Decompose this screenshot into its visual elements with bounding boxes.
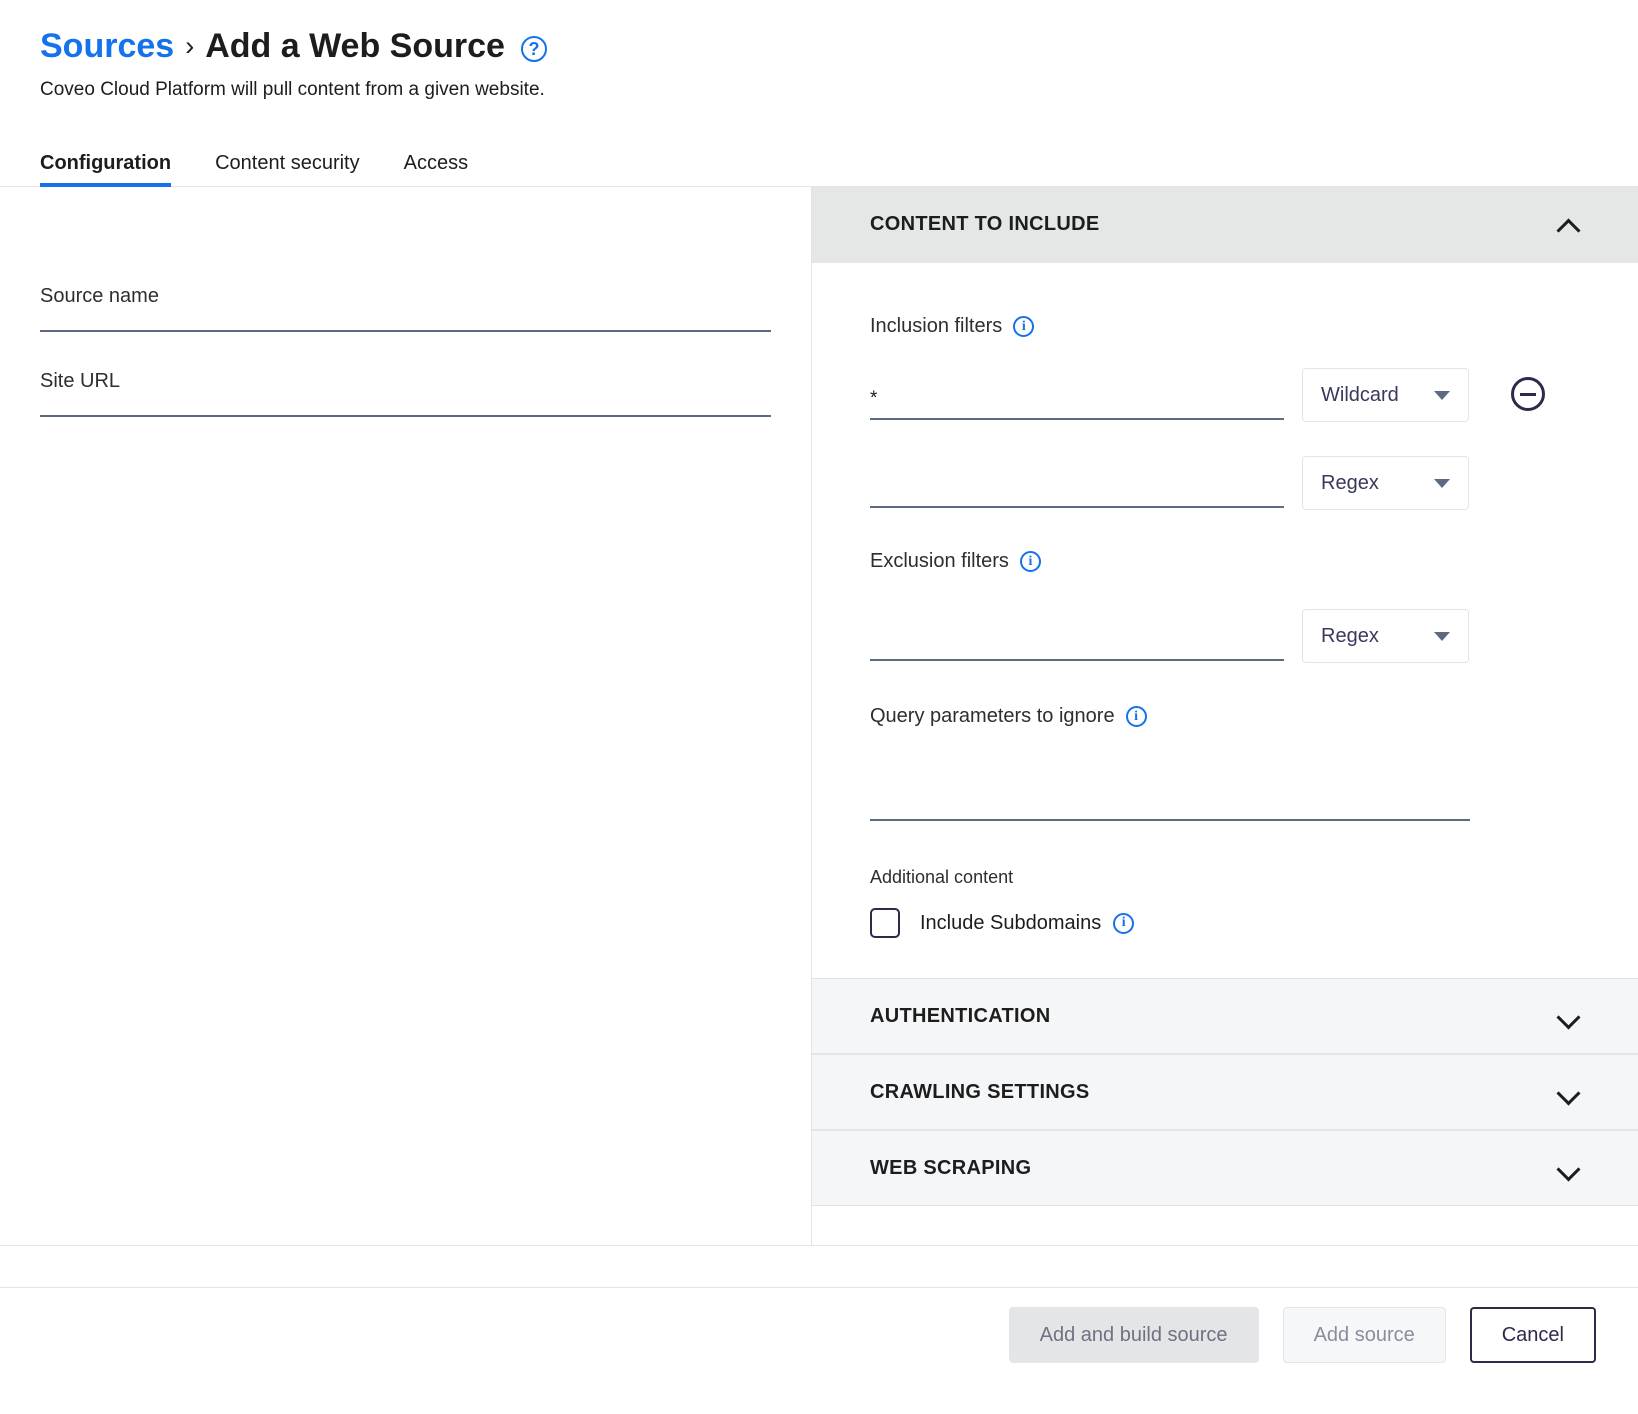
right-settings-pane: CONTENT TO INCLUDE Inclusion filters i W… (812, 187, 1638, 1246)
source-name-input[interactable] (40, 330, 771, 333)
additional-content-block: Additional content Include Subdomains i (870, 867, 1580, 939)
exclusion-filter-row-1: Regex (870, 609, 1580, 664)
accordion-title-web-scraping: WEB SCRAPING (870, 1156, 1032, 1179)
site-url-label: Site URL (40, 370, 121, 393)
exclusion-filters-label: Exclusion filters (870, 550, 1009, 573)
chevron-down-icon[interactable] (1558, 1157, 1580, 1179)
tab-bar: Configuration Content security Access (0, 137, 1638, 188)
inclusion-filter-type-select-2[interactable]: Regex (1302, 456, 1469, 511)
tab-configuration[interactable]: Configuration (40, 152, 172, 188)
cancel-button[interactable]: Cancel (1469, 1307, 1596, 1364)
include-subdomains-row: Include Subdomains i (870, 908, 1580, 939)
minus-circle-icon (1520, 392, 1536, 396)
info-icon-inclusion-filters[interactable]: i (1013, 316, 1035, 338)
breadcrumb-separator-icon: › (185, 30, 195, 61)
inclusion-filter-type-value-1: Wildcard (1321, 383, 1399, 406)
query-parameters-input[interactable] (870, 784, 1470, 822)
include-subdomains-checkbox[interactable] (870, 908, 900, 939)
query-parameters-block: Query parameters to ignore i (870, 705, 1580, 822)
footer-action-bar: Add and build source Add source Cancel (0, 1288, 1638, 1383)
breadcrumb-link-sources[interactable]: Sources (40, 27, 174, 65)
tab-access[interactable]: Access (404, 152, 468, 186)
page-subtitle: Coveo Cloud Platform will pull content f… (40, 79, 545, 101)
info-icon-exclusion-filters[interactable]: i (1019, 551, 1041, 573)
accordion-title-authentication: AUTHENTICATION (870, 1004, 1051, 1027)
breadcrumb: Sources › Add a Web Source ? (40, 27, 1598, 65)
exclusion-filter-type-value-1: Regex (1321, 624, 1379, 647)
exclusion-filter-input-wrap-1 (870, 625, 1284, 662)
inclusion-filter-input-1[interactable] (870, 384, 1284, 421)
field-site-url: Site URL (40, 370, 771, 418)
chevron-down-icon (1434, 390, 1450, 400)
body-split: Source name Site URL CONTENT TO INCLUDE … (0, 187, 1638, 1246)
footer-divider (0, 1245, 1638, 1289)
left-configuration-pane: Source name Site URL (0, 187, 812, 1246)
chevron-down-icon (1434, 478, 1450, 488)
inclusion-filters-label-row: Inclusion filters i (870, 315, 1580, 338)
page-title: Add a Web Source (205, 27, 505, 65)
additional-content-label: Additional content (870, 867, 1014, 888)
chevron-down-icon[interactable] (1558, 1005, 1580, 1027)
inclusion-filter-row-1: Wildcard (870, 368, 1580, 423)
info-icon-include-subdomains[interactable]: i (1113, 912, 1135, 934)
exclusion-filter-input-1[interactable] (870, 625, 1284, 662)
accordion-header-content-to-include[interactable]: CONTENT TO INCLUDE (812, 187, 1638, 264)
exclusion-filters-label-row: Exclusion filters i (870, 550, 1580, 573)
inclusion-filter-row-2: Regex (870, 456, 1580, 511)
chevron-up-icon[interactable] (1558, 214, 1580, 236)
inclusion-filter-type-select-1[interactable]: Wildcard (1302, 368, 1469, 423)
include-subdomains-label-wrap: Include Subdomains i (920, 911, 1135, 935)
help-icon[interactable]: ? (520, 35, 547, 62)
inclusion-filter-type-value-2: Regex (1321, 471, 1379, 494)
accordion-body-content-to-include: Inclusion filters i Wildcard Regex (812, 263, 1638, 979)
inclusion-filters-label: Inclusion filters (870, 315, 1003, 338)
query-parameters-label-row: Query parameters to ignore i (870, 705, 1580, 728)
query-parameters-label: Query parameters to ignore (870, 705, 1115, 728)
chevron-down-icon[interactable] (1558, 1081, 1580, 1103)
source-name-label: Source name (40, 285, 159, 308)
inclusion-filter-input-wrap-1 (870, 384, 1284, 421)
accordion-header-authentication[interactable]: AUTHENTICATION (812, 978, 1638, 1055)
accordion-title-crawling-settings: CRAWLING SETTINGS (870, 1080, 1090, 1103)
exclusion-filter-type-select-1[interactable]: Regex (1302, 609, 1469, 664)
add-and-build-source-button[interactable]: Add and build source (1008, 1307, 1259, 1364)
accordion-header-web-scraping[interactable]: WEB SCRAPING (812, 1130, 1638, 1207)
site-url-input[interactable] (40, 415, 771, 418)
info-icon-query-parameters[interactable]: i (1125, 706, 1147, 728)
page-header: Sources › Add a Web Source ? Coveo Cloud… (0, 0, 1638, 101)
tab-content-security[interactable]: Content security (215, 152, 360, 186)
field-source-name: Source name (40, 285, 771, 333)
chevron-down-icon (1434, 631, 1450, 641)
inclusion-filter-input-2[interactable] (870, 472, 1284, 509)
inclusion-filter-input-wrap-2 (870, 472, 1284, 509)
add-source-button[interactable]: Add source (1282, 1307, 1446, 1364)
accordion-header-crawling-settings[interactable]: CRAWLING SETTINGS (812, 1054, 1638, 1131)
include-subdomains-label: Include Subdomains (920, 911, 1102, 934)
remove-inclusion-filter-button-1[interactable] (1511, 377, 1545, 412)
accordion-title-content-to-include: CONTENT TO INCLUDE (870, 213, 1100, 236)
